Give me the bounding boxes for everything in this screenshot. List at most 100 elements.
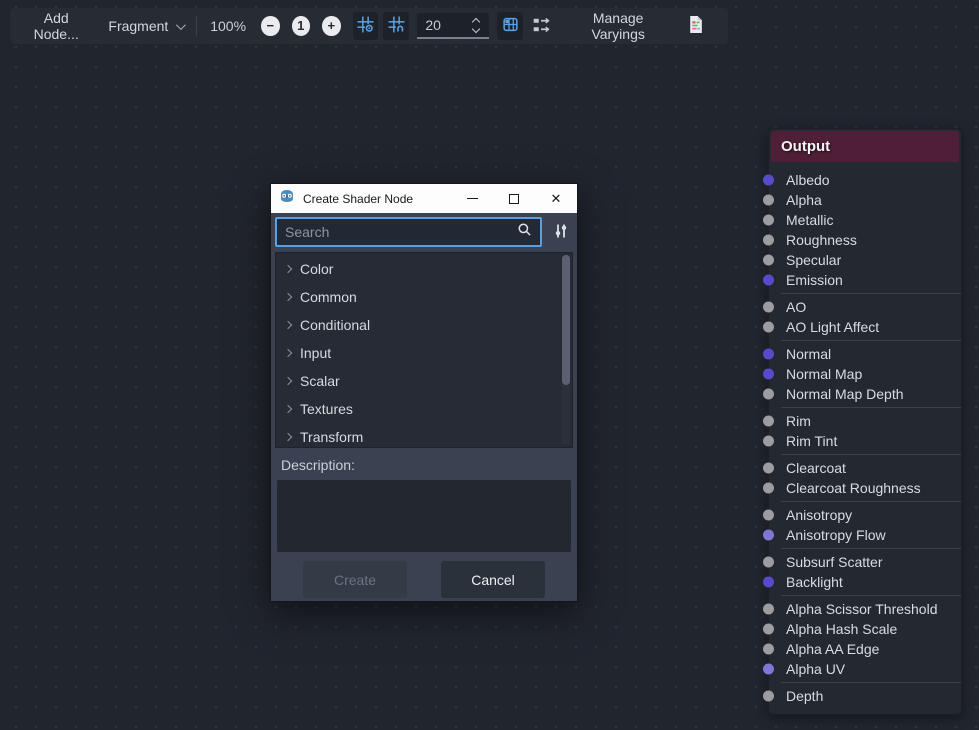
port-connector[interactable] bbox=[763, 624, 774, 635]
port-label: Normal bbox=[786, 346, 831, 362]
output-port-clearcoat: Clearcoat bbox=[769, 458, 961, 478]
dialog-titlebar[interactable]: Create Shader Node ✕ bbox=[271, 184, 577, 213]
port-label: Depth bbox=[786, 688, 823, 704]
output-port-roughness: Roughness bbox=[769, 230, 961, 250]
maximize-icon bbox=[509, 194, 519, 204]
port-connector[interactable] bbox=[763, 463, 774, 474]
port-connector[interactable] bbox=[763, 436, 774, 447]
dialog-title: Create Shader Node bbox=[303, 192, 413, 206]
port-connector[interactable] bbox=[763, 322, 774, 333]
filter-sliders-icon bbox=[553, 223, 569, 242]
port-label: AO Light Affect bbox=[786, 319, 879, 335]
output-port-specular: Specular bbox=[769, 250, 961, 270]
output-port-rim: Rim bbox=[769, 411, 961, 431]
tree-item-scalar[interactable]: Scalar bbox=[276, 367, 572, 395]
close-button[interactable]: ✕ bbox=[535, 184, 577, 213]
port-connector[interactable] bbox=[763, 349, 774, 360]
output-node-header[interactable]: Output bbox=[771, 131, 959, 162]
tree-item-input[interactable]: Input bbox=[276, 339, 572, 367]
output-port-rim-tint: Rim Tint bbox=[769, 431, 961, 451]
shader-editor-toolbar: Add Node... Fragment 100% − 1 + bbox=[10, 8, 728, 44]
zoom-in-button[interactable]: + bbox=[322, 16, 341, 36]
port-connector[interactable] bbox=[763, 557, 774, 568]
port-connector[interactable] bbox=[763, 416, 774, 427]
manage-varyings-button[interactable]: Manage Varyings bbox=[568, 10, 668, 42]
search-input[interactable] bbox=[285, 224, 517, 240]
output-port-alpha: Alpha bbox=[769, 190, 961, 210]
port-connector[interactable] bbox=[763, 691, 774, 702]
snap-distance-spinbox[interactable] bbox=[417, 13, 489, 39]
port-connector[interactable] bbox=[763, 369, 774, 380]
shader-stage-dropdown[interactable]: Fragment bbox=[108, 18, 183, 34]
minimize-button[interactable] bbox=[451, 184, 493, 213]
filter-tools-button[interactable] bbox=[549, 220, 573, 244]
port-connector[interactable] bbox=[763, 275, 774, 286]
port-connector[interactable] bbox=[763, 604, 774, 615]
snap-toggle-button[interactable] bbox=[383, 12, 409, 40]
minimap-icon bbox=[502, 16, 519, 36]
port-connector[interactable] bbox=[763, 175, 774, 186]
tree-scrollbar-track[interactable] bbox=[562, 255, 570, 445]
port-connector[interactable] bbox=[763, 235, 774, 246]
tree-item-label: Conditional bbox=[300, 317, 370, 333]
port-connector[interactable] bbox=[763, 530, 774, 541]
output-port-emission: Emission bbox=[769, 270, 961, 290]
port-label: Backlight bbox=[786, 574, 843, 590]
tree-item-color[interactable]: Color bbox=[276, 255, 572, 283]
tree-item-common[interactable]: Common bbox=[276, 283, 572, 311]
port-connector[interactable] bbox=[763, 255, 774, 266]
port-connector[interactable] bbox=[763, 215, 774, 226]
port-label: Anisotropy bbox=[786, 507, 852, 523]
port-connector[interactable] bbox=[763, 389, 774, 400]
chevron-right-icon bbox=[284, 377, 292, 385]
port-connector[interactable] bbox=[763, 195, 774, 206]
port-label: Rim bbox=[786, 413, 811, 429]
code-file-icon bbox=[687, 15, 704, 37]
port-group-separator bbox=[781, 407, 961, 408]
tree-item-label: Input bbox=[300, 345, 331, 361]
port-connector[interactable] bbox=[763, 510, 774, 521]
zoom-level-label: 100% bbox=[210, 18, 246, 34]
maximize-button[interactable] bbox=[493, 184, 535, 213]
port-connector[interactable] bbox=[763, 302, 774, 313]
dialog-body: Color Common Conditional Input Scalar Texture… bbox=[271, 213, 577, 598]
port-connector[interactable] bbox=[763, 577, 774, 588]
shader-code-preview-button[interactable] bbox=[682, 12, 708, 40]
create-button[interactable]: Create bbox=[303, 561, 407, 598]
zoom-reset-button[interactable]: 1 bbox=[292, 16, 311, 36]
graph-canvas[interactable]: Add Node... Fragment 100% − 1 + bbox=[0, 0, 979, 730]
spinbox-arrows-icon[interactable] bbox=[473, 19, 479, 32]
search-icon bbox=[517, 222, 532, 242]
chevron-right-icon bbox=[284, 293, 292, 301]
output-port-normal-map-depth: Normal Map Depth bbox=[769, 384, 961, 404]
tree-item-textures[interactable]: Textures bbox=[276, 395, 572, 423]
minimize-icon bbox=[467, 198, 478, 199]
add-node-button[interactable]: Add Node... bbox=[22, 10, 90, 42]
port-group-separator bbox=[781, 548, 961, 549]
port-group-separator bbox=[781, 682, 961, 683]
port-connector[interactable] bbox=[763, 483, 774, 494]
tree-item-transform[interactable]: Transform bbox=[276, 423, 572, 448]
snap-distance-input[interactable] bbox=[417, 17, 467, 33]
category-tree: Color Common Conditional Input Scalar Texture… bbox=[275, 252, 573, 448]
minimap-toggle-button[interactable] bbox=[497, 12, 523, 40]
output-node[interactable]: Output AlbedoAlphaMetallicRoughnessSpecu… bbox=[768, 128, 962, 715]
tree-item-label: Color bbox=[300, 261, 333, 277]
grid-toggle-button[interactable] bbox=[353, 12, 379, 40]
output-port-alpha-scissor-threshold: Alpha Scissor Threshold bbox=[769, 599, 961, 619]
tree-item-label: Textures bbox=[300, 401, 353, 417]
output-port-clearcoat-roughness: Clearcoat Roughness bbox=[769, 478, 961, 498]
arrange-nodes-button[interactable] bbox=[528, 12, 554, 40]
port-connector[interactable] bbox=[763, 644, 774, 655]
zoom-out-button[interactable]: − bbox=[261, 16, 280, 36]
port-label: Normal Map Depth bbox=[786, 386, 904, 402]
port-group-separator bbox=[781, 293, 961, 294]
port-group-separator bbox=[781, 340, 961, 341]
tree-scrollbar-thumb[interactable] bbox=[562, 255, 570, 385]
tree-item-conditional[interactable]: Conditional bbox=[276, 311, 572, 339]
output-port-albedo: Albedo bbox=[769, 170, 961, 190]
port-connector[interactable] bbox=[763, 664, 774, 675]
port-group-separator bbox=[781, 454, 961, 455]
cancel-button[interactable]: Cancel bbox=[441, 561, 545, 598]
port-label: Specular bbox=[786, 252, 841, 268]
